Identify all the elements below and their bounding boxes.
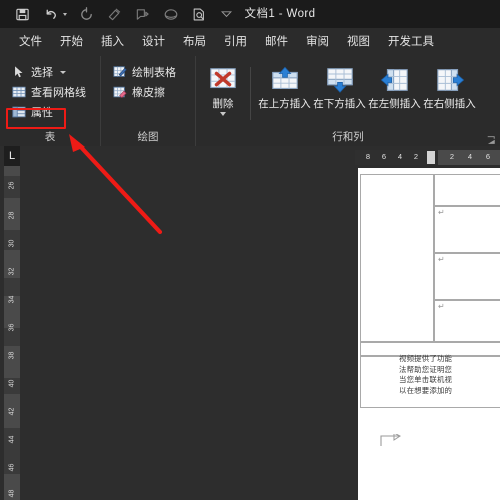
title-bar: 文档1 - Word [0, 0, 500, 28]
document-pane: 8 6 4 2 2 4 6 ↵ ↵ ↵ 视频提供了功能 法帮助您证明您 当您单击… [355, 146, 500, 500]
table-properties-button[interactable]: 属性 [8, 103, 90, 121]
document-body-text[interactable]: 视频提供了功能 法帮助您证明您 当您单击联机视 以在想要添加的 [399, 354, 500, 396]
select-caret-icon[interactable] [60, 70, 66, 74]
insert-left-label: 在左侧插入 [368, 98, 421, 110]
quick-access-toolbar [0, 0, 235, 28]
hruler-tick: 6 [381, 152, 387, 161]
hruler-tick: 2 [413, 152, 419, 161]
table-move-handle-icon[interactable] [380, 434, 402, 448]
body-line: 法帮助您证明您 [399, 364, 453, 374]
view-gridlines-label: 查看网格线 [31, 87, 86, 99]
tab-insert[interactable]: 插入 [92, 28, 133, 56]
ribbon-group-rows-columns-label: 行和列 [332, 131, 364, 143]
table-cell[interactable] [434, 174, 500, 206]
tab-developer[interactable]: 开发工具 [379, 28, 443, 56]
vruler-tick: 32 [8, 267, 16, 276]
insert-below-button[interactable]: 在下方插入 [312, 63, 367, 110]
document-workspace: 2 26 28 30 32 34 36 38 40 42 44 46 48 L … [0, 146, 500, 500]
insert-above-label: 在上方插入 [258, 98, 311, 110]
body-line: 以在想要添加的 [399, 385, 453, 395]
table-properties-label: 属性 [31, 107, 53, 119]
delete-label: 删除 [212, 98, 234, 110]
document-page[interactable]: ↵ ↵ ↵ 视频提供了功能 法帮助您证明您 当您单击联机视 以在想要添加的 [358, 168, 500, 500]
insert-right-label: 在右侧插入 [423, 98, 476, 110]
body-line: 当您单击联机视 [399, 375, 453, 385]
vruler-tick: 30 [8, 239, 16, 248]
vruler-tick: 34 [8, 295, 16, 304]
redo-icon[interactable] [78, 4, 95, 24]
ribbon-group-draw: 绘制表格 橡皮擦 绘图 [100, 56, 195, 146]
tab-home[interactable]: 开始 [51, 28, 92, 56]
select-button[interactable]: 选择 [8, 63, 90, 81]
view-gridlines-button[interactable]: 查看网格线 [8, 83, 90, 101]
customize-qat-icon[interactable] [218, 4, 235, 24]
ribbon: 选择 查看网格线 属性 表 绘制表格 橡皮擦 绘图 删除 在上方插入 在下方插入… [0, 56, 500, 146]
tab-design[interactable]: 设计 [133, 28, 174, 56]
paragraph-mark: ↵ [438, 255, 445, 264]
eraser-label: 橡皮擦 [132, 87, 165, 99]
touch-mode-icon[interactable] [134, 4, 151, 24]
tab-review[interactable]: 审阅 [297, 28, 338, 56]
insert-below-label: 在下方插入 [313, 98, 366, 110]
tab-file[interactable]: 文件 [10, 28, 51, 56]
table-cell[interactable]: ↵ [434, 253, 500, 300]
indent-marker[interactable] [427, 151, 435, 164]
table-cell[interactable]: ↵ [434, 206, 500, 253]
table-cell[interactable] [360, 174, 434, 342]
vruler-tick: 26 [8, 181, 16, 190]
table-cell[interactable]: ↵ [434, 300, 500, 342]
tab-stop-selector[interactable]: L [4, 146, 20, 166]
vruler-tick: 28 [8, 211, 16, 220]
ribbon-tab-bar: 文件 开始 插入 设计 布局 引用 邮件 审阅 视图 开发工具 [0, 28, 500, 56]
format-painter-icon[interactable] [106, 4, 123, 24]
paragraph-mark: ↵ [438, 302, 445, 311]
tab-layout[interactable]: 布局 [174, 28, 215, 56]
ribbon-group-table-label: 表 [44, 131, 56, 143]
ribbon-group-rows-columns: 删除 在上方插入 在下方插入 在左侧插入 在右侧插入 行和列 [195, 56, 500, 146]
undo-icon[interactable] [42, 4, 59, 24]
delete-button[interactable]: 删除 [202, 63, 244, 116]
draw-table-button[interactable]: 绘制表格 [109, 63, 180, 81]
undo-dropdown-icon[interactable] [62, 4, 67, 24]
vruler-tick: 46 [8, 463, 16, 472]
word-window: 文档1 - Word 文件 开始 插入 设计 布局 引用 邮件 审阅 视图 开发… [0, 0, 500, 500]
print-preview-icon[interactable] [190, 4, 207, 24]
ribbon-separator [250, 67, 251, 120]
hruler-tick: 2 [449, 152, 455, 161]
tab-view[interactable]: 视图 [338, 28, 379, 56]
ribbon-group-draw-label: 绘图 [137, 131, 159, 143]
hruler-tick: 8 [365, 152, 371, 161]
hruler-tick: 4 [397, 152, 403, 161]
delete-caret-icon[interactable] [220, 112, 226, 116]
body-line: 视频提供了功能 [399, 354, 453, 363]
dialog-launcher-icon[interactable] [487, 136, 496, 145]
vruler-tick: 48 [8, 489, 16, 498]
vruler-tick: 44 [8, 435, 16, 444]
hruler-tick: 6 [485, 152, 491, 161]
vertical-ruler[interactable]: 2 26 28 30 32 34 36 38 40 42 44 46 48 [4, 146, 20, 500]
horizontal-ruler[interactable]: 8 6 4 2 2 4 6 [355, 150, 500, 165]
draw-table-label: 绘制表格 [132, 67, 176, 79]
select-label: 选择 [31, 67, 53, 79]
tab-references[interactable]: 引用 [215, 28, 256, 56]
hruler-tick: 4 [467, 152, 473, 161]
save-icon[interactable] [14, 4, 31, 24]
insert-right-button[interactable]: 在右侧插入 [422, 63, 477, 110]
vruler-tick: 38 [8, 351, 16, 360]
vruler-tick: 42 [8, 407, 16, 416]
vruler-tick: 36 [8, 323, 16, 332]
insert-left-button[interactable]: 在左侧插入 [367, 63, 422, 110]
ribbon-group-table: 选择 查看网格线 属性 表 [0, 56, 100, 146]
vruler-tick: 40 [8, 379, 16, 388]
ellipse-icon[interactable] [162, 4, 179, 24]
tab-mailings[interactable]: 邮件 [256, 28, 297, 56]
eraser-button[interactable]: 橡皮擦 [109, 83, 180, 101]
paragraph-mark: ↵ [438, 208, 445, 217]
insert-above-button[interactable]: 在上方插入 [257, 63, 312, 110]
